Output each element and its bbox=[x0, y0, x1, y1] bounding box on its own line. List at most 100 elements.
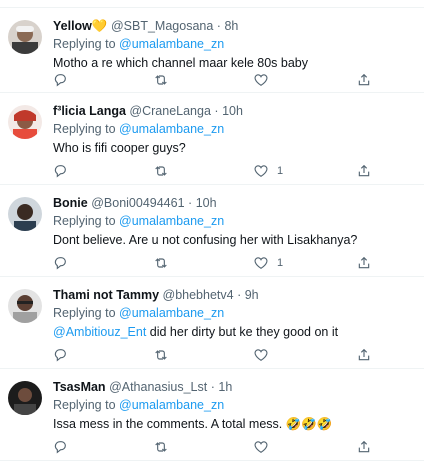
user-handle[interactable]: @Athanasius_Lst bbox=[109, 380, 207, 394]
separator-dot: · bbox=[214, 104, 219, 118]
replying-to-label: Replying to bbox=[53, 122, 116, 136]
reply-button[interactable] bbox=[52, 161, 68, 181]
replying-to: Replying to @umalambane_zn bbox=[53, 213, 416, 229]
retweet-button[interactable] bbox=[153, 437, 169, 457]
user-handle[interactable]: @SBT_Magosana bbox=[111, 19, 213, 33]
avatar[interactable] bbox=[8, 289, 42, 323]
share-button[interactable] bbox=[356, 70, 372, 90]
tweet-mention[interactable]: @Ambitiouz_Ent bbox=[53, 325, 146, 339]
reply-button[interactable] bbox=[52, 70, 68, 90]
separator-dot: · bbox=[216, 19, 221, 33]
share-icon bbox=[358, 256, 370, 269]
retweet-button[interactable] bbox=[153, 253, 169, 273]
like-icon bbox=[254, 165, 268, 178]
reply-icon bbox=[54, 441, 66, 454]
feed-top-divider bbox=[0, 0, 424, 8]
avatar[interactable] bbox=[8, 197, 42, 231]
share-button[interactable] bbox=[356, 345, 372, 365]
separator-dot: · bbox=[237, 288, 242, 302]
replying-to-handle[interactable]: @umalambane_zn bbox=[119, 214, 224, 228]
like-button[interactable]: 1 bbox=[253, 161, 283, 181]
retweet-icon bbox=[155, 350, 167, 360]
tweet-actions: 1 bbox=[52, 161, 382, 181]
replying-to: Replying to @umalambane_zn bbox=[53, 121, 416, 137]
retweet-button[interactable] bbox=[153, 345, 169, 365]
display-name[interactable]: Thami not Tammy bbox=[53, 288, 159, 302]
like-count: 1 bbox=[277, 257, 284, 269]
share-icon bbox=[358, 164, 370, 177]
share-button[interactable] bbox=[356, 437, 372, 457]
tweet-text: @Ambitiouz_Ent did her dirty but ke they… bbox=[53, 324, 416, 340]
retweet-icon bbox=[155, 258, 167, 268]
reply-icon bbox=[54, 165, 66, 178]
timestamp[interactable]: 9h bbox=[245, 288, 259, 302]
tweet-text: Issa mess in the comments. A total mess.… bbox=[53, 417, 333, 431]
display-name[interactable]: TsasMan bbox=[53, 380, 106, 394]
reply-icon bbox=[54, 257, 66, 270]
avatar[interactable] bbox=[8, 20, 42, 54]
like-button[interactable]: 1 bbox=[253, 253, 283, 273]
replying-to-handle[interactable]: @umalambane_zn bbox=[119, 398, 224, 412]
share-icon bbox=[358, 348, 370, 361]
tweet-text: Who is fifi cooper guys? bbox=[53, 141, 186, 155]
retweet-icon bbox=[155, 75, 167, 85]
tweet-header: Yellow💛 @SBT_Magosana · 8h bbox=[53, 19, 416, 34]
like-button[interactable] bbox=[253, 345, 277, 365]
like-icon bbox=[254, 257, 268, 270]
reply-tweet[interactable]: TsasMan @Athanasius_Lst · 1h Replying to… bbox=[0, 369, 424, 461]
replying-to: Replying to @umalambane_zn bbox=[53, 305, 416, 321]
reply-button[interactable] bbox=[52, 345, 68, 365]
like-icon bbox=[254, 441, 268, 454]
timestamp[interactable]: 8h bbox=[224, 19, 238, 33]
tweet-actions bbox=[52, 345, 382, 365]
retweet-button[interactable] bbox=[153, 70, 169, 90]
timestamp[interactable]: 1h bbox=[218, 380, 232, 394]
tweet-text: Dont believe. Are u not confusing her wi… bbox=[53, 233, 358, 247]
reply-tweet[interactable]: f³licia Langa @CraneLanga · 10h Replying… bbox=[0, 93, 424, 185]
tweet-actions bbox=[52, 437, 382, 457]
replying-to-label: Replying to bbox=[53, 37, 116, 51]
like-icon bbox=[254, 74, 268, 87]
share-icon bbox=[358, 440, 370, 453]
retweet-icon bbox=[155, 166, 167, 176]
timestamp[interactable]: 10h bbox=[222, 104, 243, 118]
tweet-text: Motho a re which channel maar kele 80s b… bbox=[53, 56, 309, 70]
separator-dot: · bbox=[210, 380, 215, 394]
like-icon bbox=[254, 349, 268, 362]
share-button[interactable] bbox=[356, 253, 372, 273]
reply-tweet[interactable]: Bonie @Boni00494461 · 10h Replying to @u… bbox=[0, 185, 424, 277]
reply-button[interactable] bbox=[52, 437, 68, 457]
timestamp[interactable]: 10h bbox=[196, 196, 217, 210]
avatar[interactable] bbox=[8, 381, 42, 415]
reply-icon bbox=[54, 349, 66, 362]
replying-to-handle[interactable]: @umalambane_zn bbox=[119, 37, 224, 51]
reply-icon bbox=[54, 74, 66, 87]
retweet-icon bbox=[155, 442, 167, 452]
replying-to-handle[interactable]: @umalambane_zn bbox=[119, 122, 224, 136]
reply-tweet[interactable]: Yellow💛 @SBT_Magosana · 8h Replying to @… bbox=[0, 8, 424, 93]
reply-tweet[interactable]: Thami not Tammy @bhebhetv4 · 9h Replying… bbox=[0, 277, 424, 369]
user-handle[interactable]: @CraneLanga bbox=[129, 104, 211, 118]
tweet-header: Thami not Tammy @bhebhetv4 · 9h bbox=[53, 288, 416, 303]
display-name[interactable]: f³licia Langa bbox=[53, 104, 126, 118]
replying-to: Replying to @umalambane_zn bbox=[53, 397, 416, 413]
like-button[interactable] bbox=[253, 437, 277, 457]
user-handle[interactable]: @Boni00494461 bbox=[91, 196, 184, 210]
avatar[interactable] bbox=[8, 105, 42, 139]
tweet-header: Bonie @Boni00494461 · 10h bbox=[53, 196, 416, 211]
tweet-text-body: did her dirty but ke they good on it bbox=[146, 325, 339, 339]
reply-button[interactable] bbox=[52, 253, 68, 273]
like-button[interactable] bbox=[253, 70, 277, 90]
user-handle[interactable]: @bhebhetv4 bbox=[163, 288, 234, 302]
share-icon bbox=[358, 73, 370, 86]
tweet-actions bbox=[52, 70, 382, 90]
tweet-header: TsasMan @Athanasius_Lst · 1h bbox=[53, 380, 416, 395]
share-button[interactable] bbox=[356, 161, 372, 181]
replying-to-handle[interactable]: @umalambane_zn bbox=[119, 306, 224, 320]
replying-to-label: Replying to bbox=[53, 306, 116, 320]
display-name[interactable]: Bonie bbox=[53, 196, 88, 210]
tweet-actions: 1 bbox=[52, 253, 382, 273]
display-name[interactable]: Yellow bbox=[53, 19, 92, 33]
name-emoji: 💛 bbox=[91, 19, 108, 33]
retweet-button[interactable] bbox=[153, 161, 169, 181]
